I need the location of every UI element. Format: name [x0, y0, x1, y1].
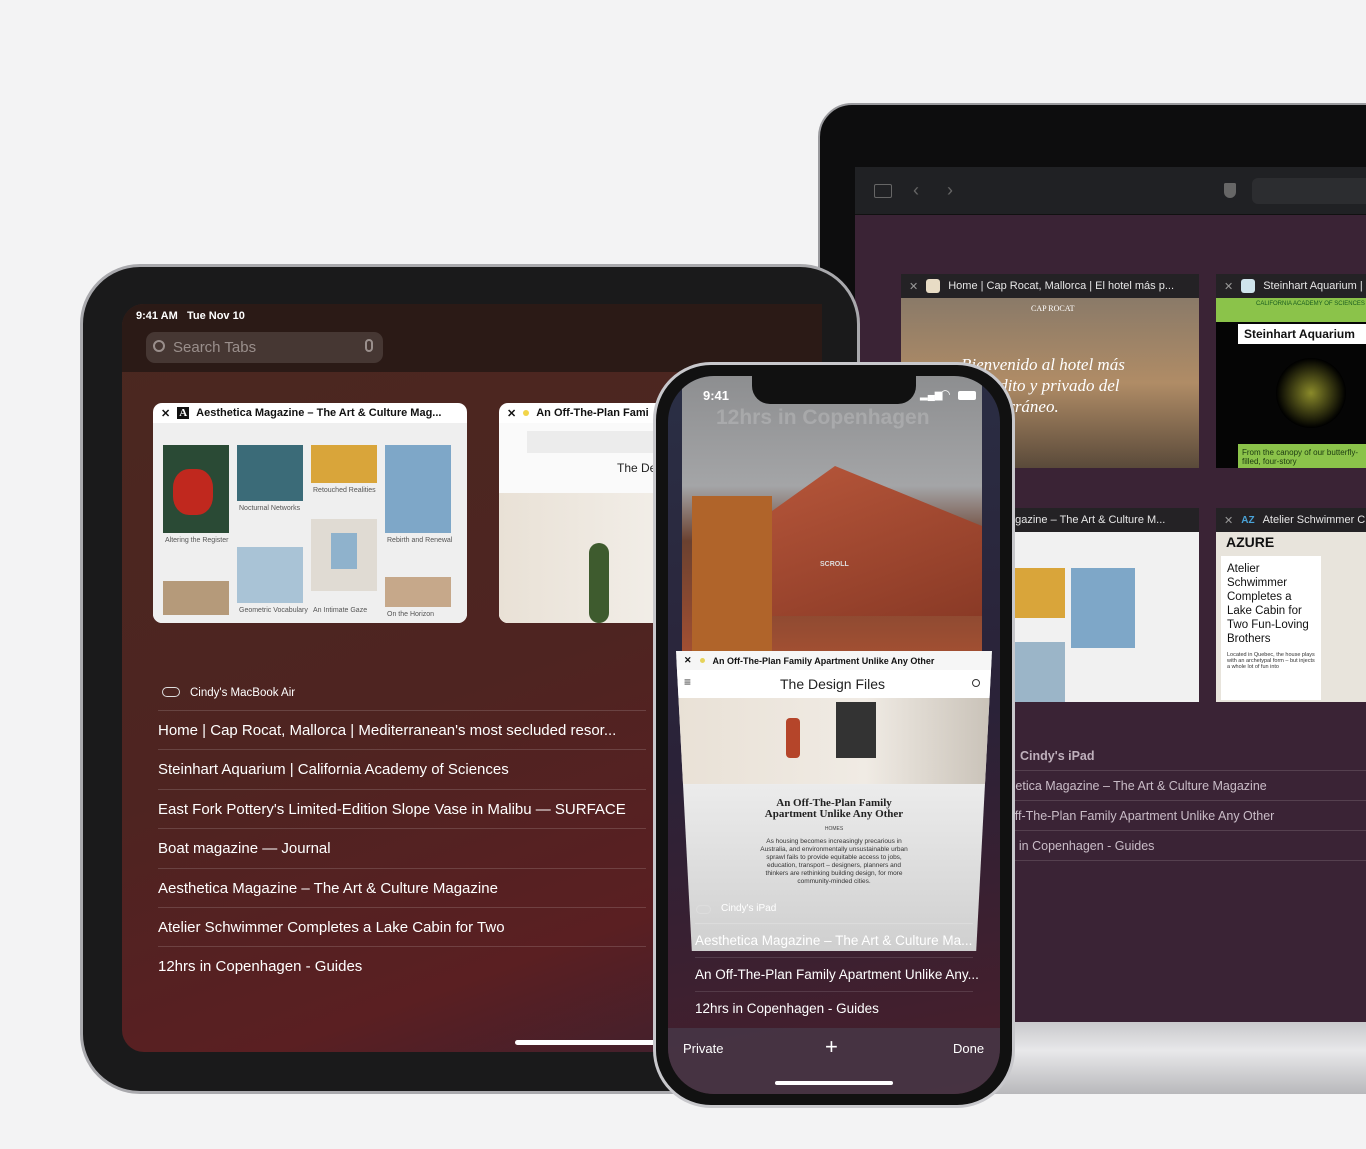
- macbook-cloud-tabs: Cindy's iPad thetica Magazine – The Art …: [1005, 741, 1366, 861]
- cloud-tab-row[interactable]: 12hrs in Copenhagen - Guides: [695, 992, 973, 1026]
- close-icon[interactable]: ✕: [507, 407, 516, 420]
- ipad-cloud-tabs: Cindy's MacBook Air Home | Cap Rocat, Ma…: [158, 676, 646, 987]
- battery-icon: [958, 391, 976, 400]
- icloud-icon: [162, 687, 180, 697]
- cloud-tab-row[interactable]: Steinhart Aquarium | California Academy …: [158, 750, 646, 790]
- tab-card-copenhagen[interactable]: 12hrs in Copenhagen SCROLL: [682, 376, 982, 651]
- close-icon[interactable]: ✕: [684, 655, 692, 666]
- tab-thumbnail-azure[interactable]: ✕ AZ Atelier Schwimmer C AZURE Atelier Sch…: [1216, 508, 1366, 702]
- safari-toolbar: ‹ ›: [855, 167, 1366, 215]
- notch: [752, 376, 916, 404]
- cap-rocat-favicon: [926, 279, 941, 293]
- cloud-tab-row[interactable]: rs in Copenhagen - Guides: [1005, 831, 1366, 861]
- chevron-right-icon[interactable]: ›: [947, 180, 953, 201]
- search-icon: [153, 340, 165, 352]
- done-button[interactable]: Done: [953, 1041, 984, 1056]
- icloud-icon: [696, 905, 711, 914]
- cloud-tab-row[interactable]: 12hrs in Copenhagen - Guides: [158, 947, 646, 986]
- close-icon[interactable]: ✕: [1224, 280, 1233, 293]
- cloud-tab-row[interactable]: Home | Cap Rocat, Mallorca | Mediterrane…: [158, 711, 646, 751]
- cloud-tab-row[interactable]: Boat magazine — Journal: [158, 829, 646, 869]
- academy-favicon: [1241, 279, 1256, 293]
- close-icon[interactable]: ✕: [1224, 514, 1233, 527]
- home-indicator: [515, 1040, 675, 1045]
- cloud-tab-row[interactable]: thetica Magazine – The Art & Culture Mag…: [1005, 771, 1366, 801]
- status-bar: 9:41 AM Tue Nov 10: [136, 310, 245, 322]
- seadragon-image: [1276, 358, 1346, 428]
- macbook-base: [960, 1022, 1366, 1094]
- home-indicator: [775, 1081, 893, 1085]
- cloud-tab-row[interactable]: East Fork Pottery's Limited-Edition Slop…: [158, 790, 646, 830]
- sidebar-icon[interactable]: [874, 184, 892, 198]
- wifi-icon: ◠: [940, 387, 951, 401]
- iphone-screen: 12hrs in Copenhagen SCROLL 9:41 ▂▄▆ ◠ ✕ A…: [668, 376, 1000, 1094]
- cloud-tab-row[interactable]: Aesthetica Magazine – The Art & Culture …: [158, 869, 646, 908]
- menu-icon[interactable]: ≡: [684, 675, 691, 689]
- iphone-cloud-tabs: Cindy's iPad Aesthetica Magazine – The A…: [695, 894, 979, 1026]
- shield-icon[interactable]: [1224, 183, 1236, 198]
- favicon-dot: [523, 410, 530, 416]
- cloud-tab-row[interactable]: Aesthetica Magazine – The Art & Culture …: [695, 924, 973, 958]
- tab-thumbnail-steinhart[interactable]: ✕ Steinhart Aquarium | CALIFORNIA ACADEMY…: [1216, 274, 1366, 468]
- search-icon[interactable]: [972, 679, 980, 687]
- close-icon[interactable]: ✕: [909, 280, 918, 293]
- private-button[interactable]: Private: [683, 1041, 723, 1056]
- cloud-tab-row[interactable]: Off-The-Plan Family Apartment Unlike Any…: [1005, 801, 1366, 831]
- cloud-tab-row[interactable]: Atelier Schwimmer Completes a Lake Cabin…: [158, 908, 646, 948]
- bottom-toolbar: Private + Done: [668, 1028, 1000, 1094]
- new-tab-plus-icon[interactable]: +: [825, 1034, 838, 1060]
- chevron-left-icon[interactable]: ‹: [913, 180, 919, 201]
- close-icon[interactable]: ✕: [161, 407, 170, 420]
- search-tabs-input[interactable]: Search Tabs: [146, 332, 383, 363]
- microphone-icon[interactable]: [365, 339, 373, 352]
- address-bar[interactable]: [1252, 178, 1366, 204]
- tab-thumbnail-aesthetica[interactable]: ✕ A Aesthetica Magazine – The Art & Cultur…: [153, 403, 467, 623]
- favicon-dot: [699, 658, 705, 663]
- cloud-tab-row[interactable]: An Off-The-Plan Family Apartment Unlike …: [695, 958, 979, 992]
